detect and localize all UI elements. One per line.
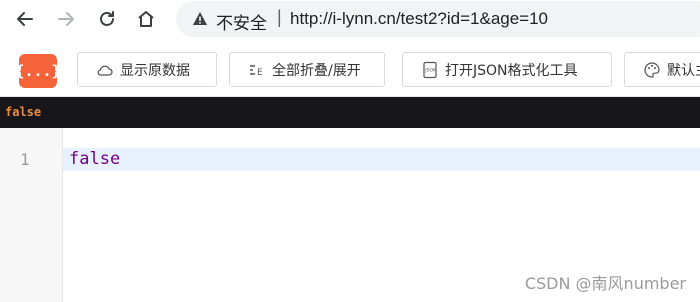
warning-icon[interactable] — [192, 11, 208, 27]
json-viewer-toolbar: {...} 显示原数据 E 全部折叠/展开 JSON 打开JSON格式化工具 默… — [0, 40, 700, 97]
cloud-icon — [96, 61, 114, 79]
home-button[interactable] — [133, 6, 159, 32]
reload-button[interactable] — [94, 6, 120, 32]
palette-icon — [643, 61, 661, 79]
code-editor[interactable]: 1 false CSDN @南风number — [0, 128, 700, 302]
extension-logo[interactable]: {...} — [15, 54, 61, 88]
url-text[interactable]: http://i-lynn.cn/test2?id=1&age=10 — [290, 9, 548, 29]
collapse-expand-all-label: 全部折叠/展开 — [272, 62, 361, 79]
address-separator: | — [277, 7, 282, 27]
back-arrow-icon — [17, 12, 33, 26]
line-number: 1 — [20, 150, 30, 169]
active-line-highlight — [63, 148, 700, 171]
home-icon — [138, 11, 154, 27]
browser-toolbar: 不安全 | http://i-lynn.cn/test2?id=1&age=10 — [0, 0, 700, 40]
back-button[interactable] — [12, 6, 38, 32]
raw-data-bar: false — [0, 97, 700, 128]
open-json-formatter-button[interactable]: JSON 打开JSON格式化工具 — [402, 52, 612, 87]
svg-text:JSON: JSON — [424, 67, 436, 73]
address-bar[interactable]: 不安全 | http://i-lynn.cn/test2?id=1&age=10 — [176, 1, 700, 37]
reload-icon — [100, 11, 114, 26]
forward-arrow-icon — [58, 12, 74, 26]
watermark: CSDN @南风number — [524, 274, 686, 293]
default-theme-button[interactable]: 默认主 — [624, 52, 700, 87]
open-json-formatter-label: 打开JSON格式化工具 — [445, 62, 578, 79]
json-file-icon: JSON — [421, 61, 439, 79]
default-theme-label: 默认主 — [667, 62, 700, 79]
collapse-expand-all-button[interactable]: E 全部折叠/展开 — [229, 52, 385, 87]
line-number-gutter: 1 — [0, 128, 63, 302]
raw-value: false — [5, 105, 42, 119]
svg-text:E: E — [257, 68, 263, 78]
json-boolean-value[interactable]: false — [69, 149, 120, 169]
show-raw-data-label: 显示原数据 — [120, 62, 190, 79]
collapse-icon: E — [248, 61, 266, 79]
forward-button[interactable] — [53, 6, 79, 32]
show-raw-data-button[interactable]: 显示原数据 — [77, 52, 217, 87]
insecure-label[interactable]: 不安全 — [216, 9, 267, 34]
